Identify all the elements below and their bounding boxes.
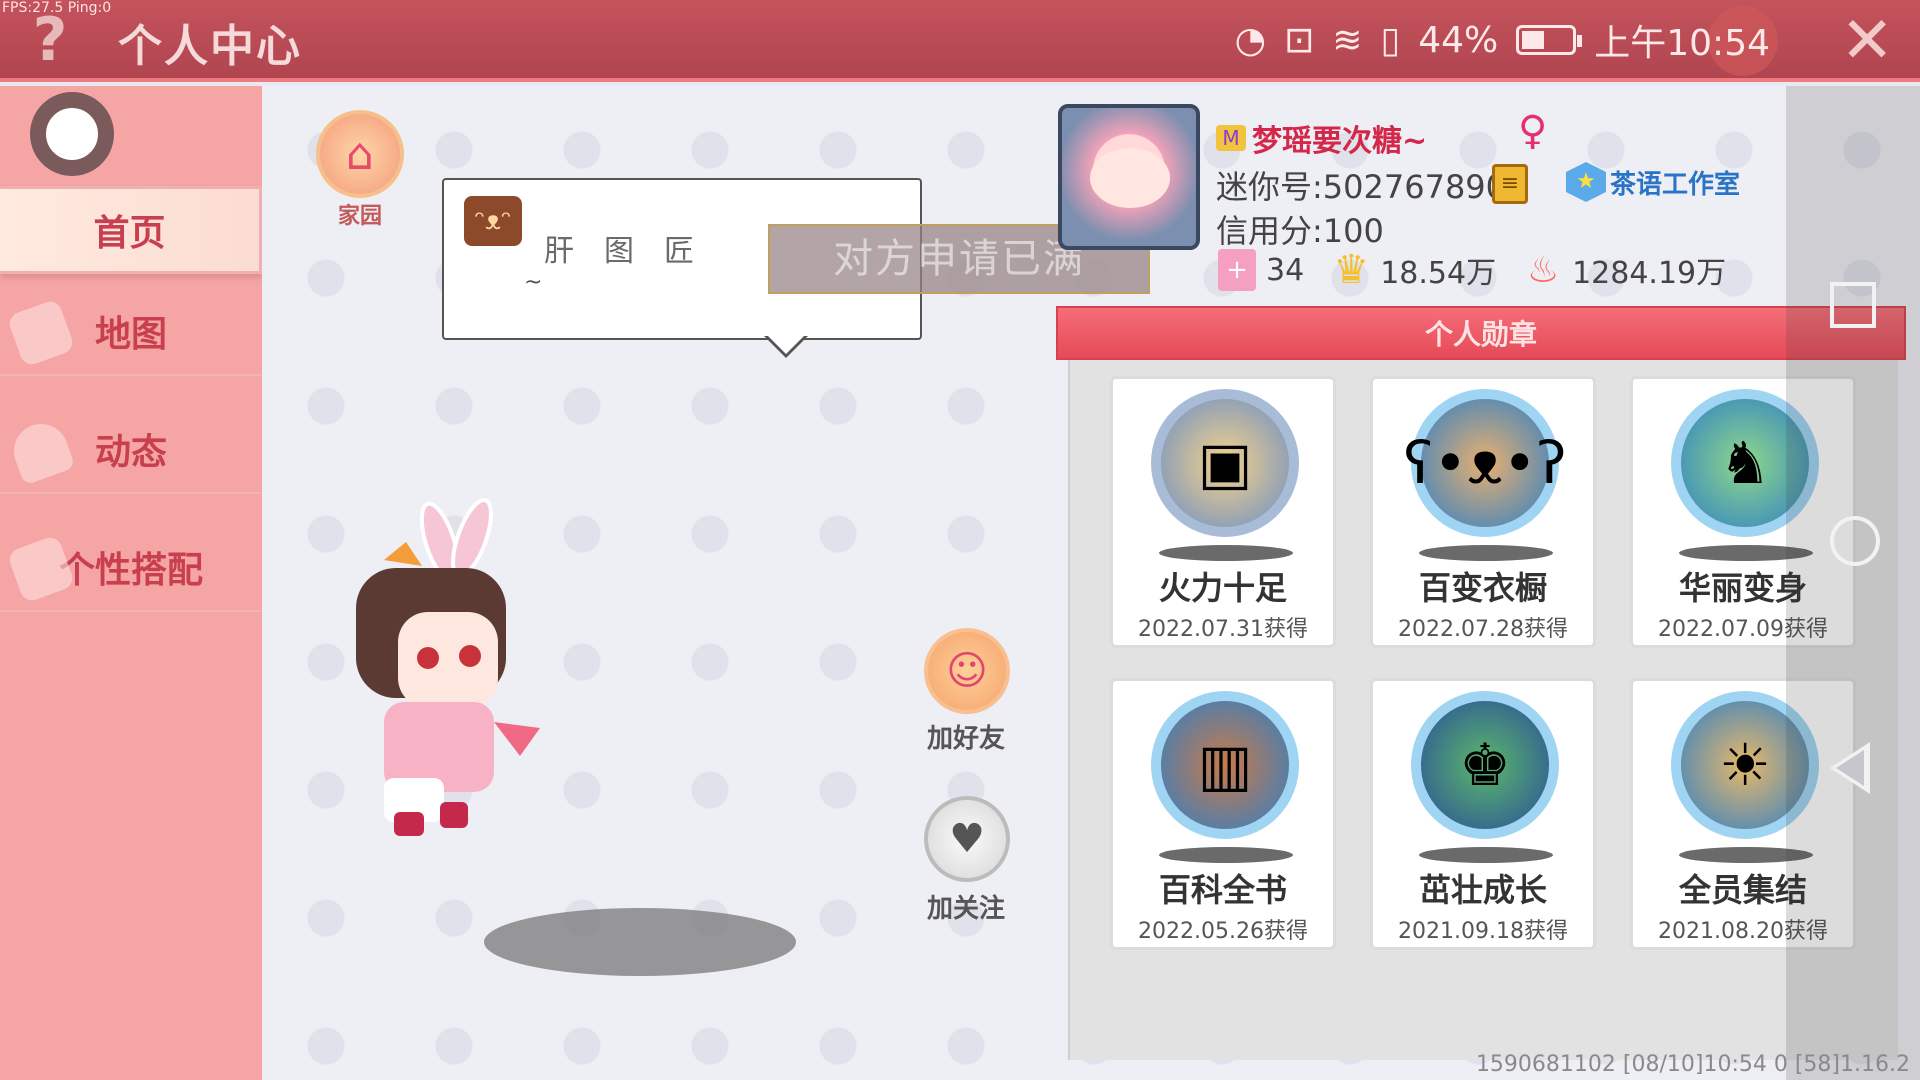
sidebar-item-feed[interactable]: 动态 xyxy=(0,406,262,494)
badge-section-header: 个人勋章 xyxy=(1056,306,1906,360)
sidebar-item-outfit[interactable]: 个性搭配 xyxy=(0,524,262,612)
close-icon[interactable]: ✕ xyxy=(1840,6,1894,76)
avatar-face xyxy=(1090,148,1170,208)
nickname-row: M 梦瑶要次糖~ xyxy=(1216,116,1427,160)
status-bar: ◔ ⊡ ≋ ▯ 44% 上午10:54 xyxy=(1235,14,1770,66)
badge-card[interactable]: ▣ 火力十足 2022.07.31获得 xyxy=(1110,376,1336,648)
player-character xyxy=(356,498,540,836)
battery-saver-icon: ▯ xyxy=(1380,19,1401,61)
map-icon xyxy=(6,298,76,368)
badge-card[interactable]: ▥ 百科全书 2022.05.26获得 xyxy=(1110,678,1336,950)
copy-icon[interactable]: ≡ xyxy=(1492,164,1528,204)
badge-name: 百科全书 xyxy=(1158,871,1287,909)
badge-date: 2022.07.31获得 xyxy=(1138,617,1308,642)
signature-tilde: ~ xyxy=(524,270,543,295)
question-icon[interactable]: ? xyxy=(18,6,82,74)
badge-card[interactable]: ʕ•ᴥ•ʔ 百变衣橱 2022.07.28获得 xyxy=(1370,376,1596,648)
system-nav-overlay xyxy=(1786,86,1920,1080)
nickname: 梦瑶要次糖~ xyxy=(1252,124,1428,159)
character-figure xyxy=(356,498,540,836)
add-friend-button[interactable]: ☺ xyxy=(924,628,1010,714)
heart-icon: ♥ xyxy=(949,816,985,862)
sidebar-item-label: 动态 xyxy=(94,432,167,473)
alarm-icon: ◔ xyxy=(1234,19,1267,61)
sidebar-item-label: 地图 xyxy=(94,314,167,355)
house-icon[interactable]: ⌂ xyxy=(316,110,404,198)
sidebar-item-label: 个性搭配 xyxy=(58,550,203,591)
sidebar-item-map[interactable]: 地图 xyxy=(0,288,262,376)
gender-icon: ♀ xyxy=(1518,108,1548,154)
stat-value: 18.54万 xyxy=(1380,256,1497,291)
home-circle-icon[interactable] xyxy=(1830,516,1880,566)
back-triangle-icon[interactable] xyxy=(1830,742,1870,794)
book-icon: ▥ xyxy=(1151,691,1299,839)
wifi-icon: ≋ xyxy=(1332,19,1363,61)
recent-apps-icon[interactable] xyxy=(1830,282,1876,328)
follow-label: 加关注 xyxy=(926,894,1005,924)
credit-score: 信用分:100 xyxy=(1216,212,1384,250)
battery-icon xyxy=(1516,25,1583,55)
badge-date: 2021.09.18获得 xyxy=(1398,919,1568,944)
flame-icon: ♨ xyxy=(1526,249,1560,291)
avatar[interactable] xyxy=(1058,104,1200,250)
badge-name: 百变衣橱 xyxy=(1418,569,1547,607)
treasure-chest-icon: ▣ xyxy=(1151,389,1299,537)
badge-shadow xyxy=(1419,545,1553,561)
stat-value: 1284.19万 xyxy=(1572,256,1727,291)
badge-card[interactable]: ♚ 茁壮成长 2021.09.18获得 xyxy=(1370,678,1596,950)
bear-wardrobe-icon: ʕ•ᴥ•ʔ xyxy=(1404,389,1566,537)
star-icon: ★ xyxy=(1566,162,1606,202)
bubble-tail xyxy=(764,334,808,358)
mascot-icon: ᵔᴥᵔ xyxy=(464,196,522,246)
studio-link[interactable]: ★ 茶语工作室 xyxy=(1566,162,1740,202)
badge-date: 2022.07.28获得 xyxy=(1398,617,1568,642)
badge-date: 2022.05.26获得 xyxy=(1138,919,1308,944)
page-title: 个人中心 xyxy=(118,21,302,72)
sidebar-item-home[interactable]: 首页 xyxy=(0,186,262,274)
home-label: 家园 xyxy=(337,204,382,229)
badge-name: 茁壮成长 xyxy=(1418,871,1547,909)
mail-icon: M xyxy=(1216,125,1246,151)
trophy-icon: ♛ xyxy=(1333,247,1370,293)
studio-name: 茶语工作室 xyxy=(1610,169,1741,200)
cast-icon: ⊡ xyxy=(1284,19,1315,61)
badge-shadow xyxy=(1159,545,1293,561)
clock: 上午10:54 xyxy=(1594,23,1770,64)
bell-icon xyxy=(6,416,76,486)
add-user-icon: ☺ xyxy=(946,648,988,694)
stats-row: + 34 ♛ 18.54万 ♨ 1284.19万 xyxy=(1218,247,1754,293)
signature-text: 肝图匠 xyxy=(544,234,724,269)
badge-shadow xyxy=(1159,847,1293,863)
top-bar: FPS:27.5 Ping:0 ? 个人中心 ◔ ⊡ ≋ ▯ 44% 上午10:… xyxy=(0,0,1920,82)
sidebar-item-label: 首页 xyxy=(93,213,166,254)
frog-king-icon: ♚ xyxy=(1411,691,1559,839)
stat-value: 34 xyxy=(1266,252,1305,288)
badge-name: 火力十足 xyxy=(1158,569,1287,607)
badge-shadow xyxy=(1419,847,1553,863)
profile-toggle[interactable] xyxy=(30,92,114,176)
sidebar: 首页 地图 动态 个性搭配 xyxy=(0,86,262,1080)
plus-badge-icon: + xyxy=(1218,249,1256,291)
mini-id: 迷你号:502767890 xyxy=(1216,168,1507,206)
debug-info: 1590681102 [08/10]10:54 0 [58]1.16.2 xyxy=(1475,1052,1910,1077)
add-friend-label: 加好友 xyxy=(926,724,1005,754)
character-shadow xyxy=(484,908,796,976)
battery-percent: 44% xyxy=(1418,19,1499,61)
follow-button[interactable]: ♥ xyxy=(924,796,1010,882)
